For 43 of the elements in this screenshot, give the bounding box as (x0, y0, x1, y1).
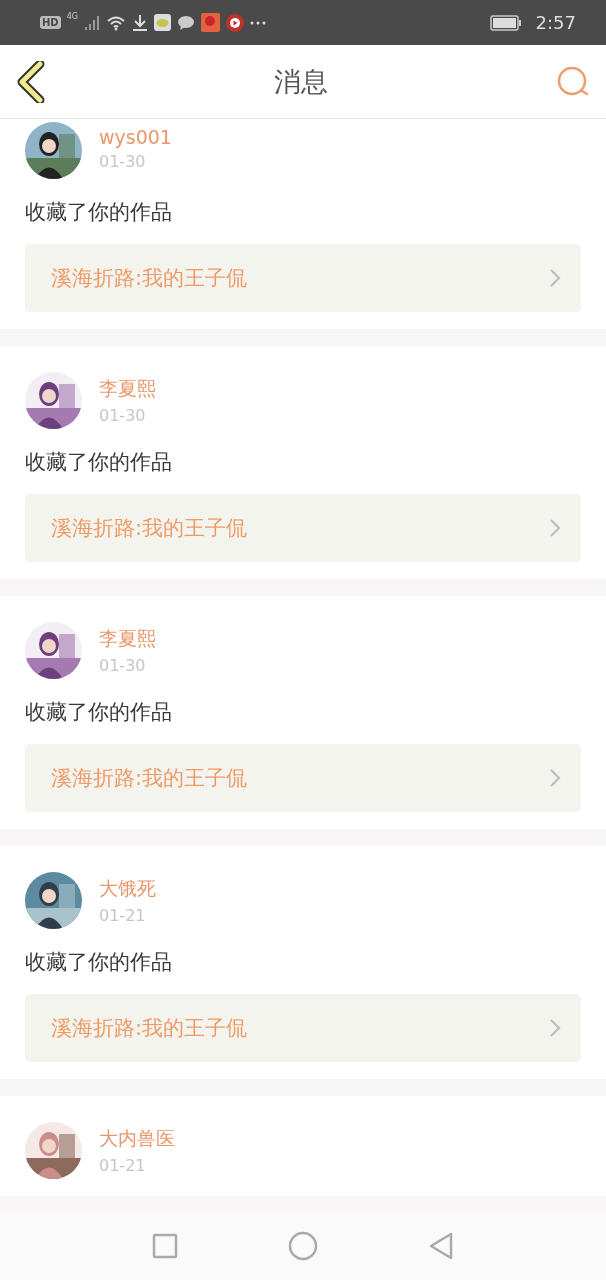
work-link[interactable]: 溪海折路:我的王子侃 (25, 744, 581, 812)
work-title: 溪海折路:我的王子侃 (51, 1015, 248, 1042)
work-link[interactable]: 溪海折路:我的王子侃 (25, 244, 581, 312)
user-name[interactable]: wys001 (99, 126, 172, 148)
message-date: 01-21 (99, 1156, 147, 1175)
recent-apps-icon[interactable] (152, 1233, 178, 1259)
work-title: 溪海折路:我的王子侃 (51, 265, 248, 292)
user-name[interactable]: 李夏熙 (99, 626, 156, 652)
page-title: 消息 (274, 64, 328, 99)
message-date: 01-30 (99, 406, 147, 425)
play-icon (225, 13, 244, 32)
work-title: 溪海折路:我的王子侃 (51, 765, 248, 792)
battery-icon (489, 14, 522, 31)
chat-icon (176, 14, 195, 31)
chevron-right-icon (549, 1018, 561, 1038)
signal-icon (83, 14, 100, 31)
message-date: 01-21 (99, 906, 147, 925)
more-icon (249, 19, 266, 26)
message-text: 收藏了你的作品 (25, 949, 173, 975)
message-date: 01-30 (99, 152, 147, 171)
work-link[interactable]: 溪海折路:我的王子侃 (25, 994, 581, 1062)
chevron-right-icon (549, 518, 561, 538)
wifi-icon (105, 14, 126, 31)
user-name[interactable]: 大饿死 (99, 876, 156, 902)
user-name[interactable]: 李夏熙 (99, 376, 156, 402)
chevron-right-icon (549, 268, 561, 288)
chevron-right-icon (549, 768, 561, 788)
app-icon (200, 13, 220, 32)
clock-time: 2:57 (535, 12, 576, 33)
message-text: 收藏了你的作品 (25, 199, 173, 225)
message-text: 收藏了你的作品 (25, 699, 173, 725)
back-nav-icon[interactable] (428, 1231, 454, 1261)
work-link[interactable]: 溪海折路:我的王子侃 (25, 494, 581, 562)
app-icon (153, 14, 171, 31)
home-icon[interactable] (288, 1231, 318, 1261)
work-title: 溪海折路:我的王子侃 (51, 515, 248, 542)
user-name[interactable]: 大内兽医 (99, 1126, 175, 1152)
message-date: 01-30 (99, 656, 147, 675)
network-label: 4G (66, 12, 78, 21)
hd-badge: HD (40, 16, 61, 29)
back-icon[interactable] (16, 60, 46, 103)
download-icon (131, 13, 148, 32)
message-text: 收藏了你的作品 (25, 449, 173, 475)
